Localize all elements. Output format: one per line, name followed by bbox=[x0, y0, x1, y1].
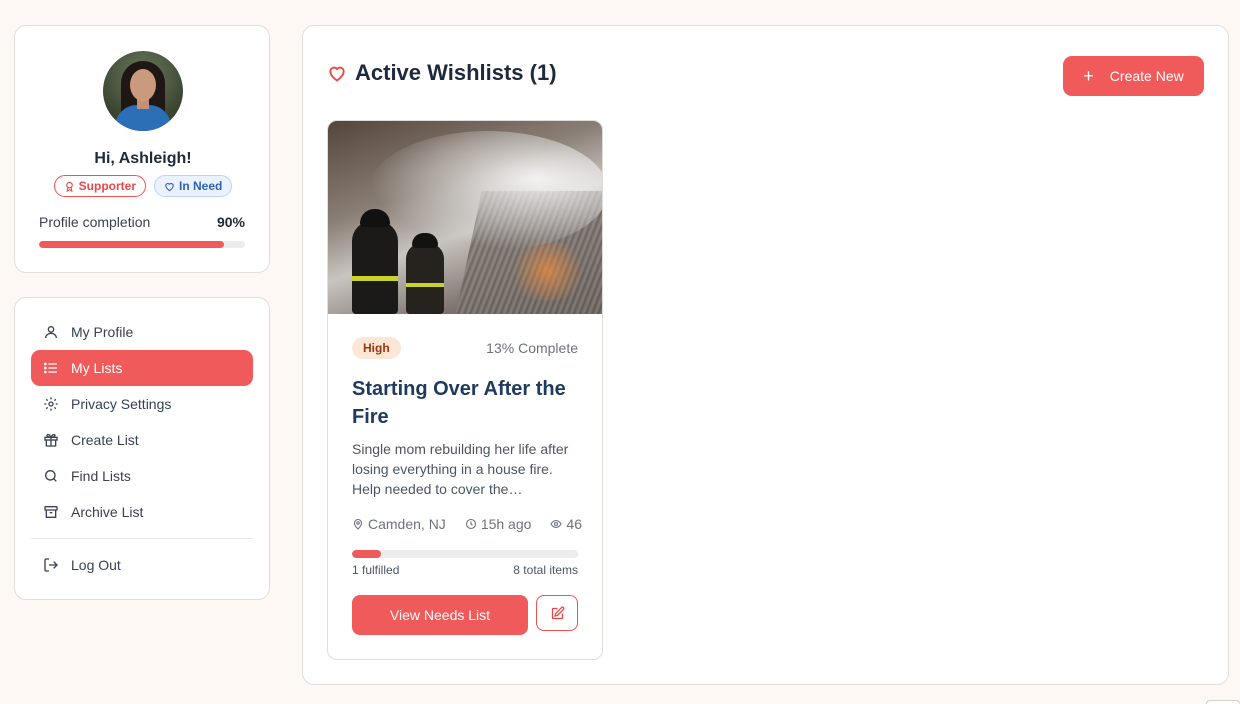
view-count-text: 46 bbox=[566, 516, 582, 532]
search-icon bbox=[45, 470, 57, 482]
clock-icon bbox=[465, 518, 476, 530]
wishlist-photo bbox=[328, 121, 602, 314]
in-need-badge: In Need bbox=[154, 175, 233, 197]
main-panel: Active Wishlists (1) + Create New High 1… bbox=[302, 25, 1229, 685]
heart-icon bbox=[165, 182, 174, 191]
eye-icon bbox=[550, 519, 563, 529]
location: Camden, NJ bbox=[352, 516, 446, 532]
profile-card: Hi, Ashleigh! Supporter In Need Profile … bbox=[14, 25, 270, 273]
sidebar-item-label: Find Lists bbox=[71, 468, 131, 484]
sidebar-item-privacy-settings[interactable]: Privacy Settings bbox=[31, 386, 253, 422]
wishlist-meta: Camden, NJ 15h ago 46 bbox=[352, 516, 582, 532]
sidebar-item-label: My Profile bbox=[71, 324, 134, 340]
wishlist-description: Single mom rebuilding her life after los… bbox=[352, 441, 569, 497]
fulfilled-count: 1 fulfilled bbox=[352, 563, 400, 577]
award-icon bbox=[65, 181, 73, 192]
sidebar-item-label: My Lists bbox=[71, 360, 123, 376]
plus-icon: + bbox=[1083, 66, 1094, 86]
create-new-button[interactable]: + Create New bbox=[1063, 56, 1204, 96]
sidebar-item-label: Log Out bbox=[71, 557, 121, 573]
edit-button[interactable] bbox=[536, 595, 578, 631]
wishlist-card[interactable]: High 13% Complete Starting Over After th… bbox=[327, 120, 603, 660]
gift-icon bbox=[44, 433, 58, 447]
total-items: 8 total items bbox=[513, 563, 578, 577]
sidebar-item-archive-list[interactable]: Archive List bbox=[31, 494, 253, 530]
map-pin-icon bbox=[353, 518, 363, 530]
supporter-badge-label: Supporter bbox=[78, 179, 136, 193]
page-title: Active Wishlists (1) bbox=[327, 60, 557, 86]
sidebar-item-my-lists[interactable]: My Lists bbox=[31, 350, 253, 386]
profile-completion-fill bbox=[39, 241, 225, 248]
greeting: Hi, Ashleigh! bbox=[94, 150, 192, 167]
view-needs-list-button[interactable]: View Needs List bbox=[352, 595, 528, 635]
view-count: 46 bbox=[550, 516, 582, 532]
avatar[interactable] bbox=[103, 51, 183, 131]
location-text: Camden, NJ bbox=[368, 516, 446, 532]
profile-completion-label: Profile completion bbox=[39, 214, 151, 230]
sidebar-item-log-out[interactable]: Log Out bbox=[31, 547, 253, 583]
wishlist-progress-bar bbox=[352, 550, 578, 558]
role-badges: Supporter In Need bbox=[15, 175, 271, 197]
sidebar-item-my-profile[interactable]: My Profile bbox=[31, 314, 253, 350]
sidebar-item-create-list[interactable]: Create List bbox=[31, 422, 253, 458]
wishlist-progress-fill bbox=[352, 550, 382, 558]
list-icon bbox=[44, 362, 57, 374]
gear-icon bbox=[44, 397, 58, 411]
profile-completion-value: 90% bbox=[216, 214, 245, 230]
sidebar-item-label: Archive List bbox=[71, 504, 144, 520]
profile-completion: Profile completion 90% bbox=[39, 214, 245, 230]
nav-divider bbox=[31, 538, 253, 539]
create-new-label: Create New bbox=[1109, 68, 1184, 84]
wishlist-title[interactable]: Starting Over After the Fire bbox=[352, 375, 582, 431]
logout-icon bbox=[44, 558, 58, 572]
sidebar-nav: My Profile My Lists Privacy Settings Cre… bbox=[14, 297, 270, 600]
supporter-badge: Supporter bbox=[53, 175, 146, 197]
page-title-text: Active Wishlists (1) bbox=[355, 60, 557, 85]
user-icon bbox=[45, 326, 57, 339]
sidebar-item-find-lists[interactable]: Find Lists bbox=[31, 458, 253, 494]
scroll-corner bbox=[1206, 700, 1240, 704]
heart-icon bbox=[329, 66, 345, 82]
progress-labels: 1 fulfilled 8 total items bbox=[352, 563, 578, 577]
priority-badge: High bbox=[352, 337, 401, 359]
sidebar-item-label: Privacy Settings bbox=[71, 396, 172, 412]
in-need-badge-label: In Need bbox=[179, 179, 223, 193]
completion-percent: 13% Complete bbox=[486, 340, 578, 356]
profile-completion-bar bbox=[39, 241, 245, 248]
sidebar-item-label: Create List bbox=[71, 432, 139, 448]
archive-icon bbox=[44, 506, 58, 518]
posted-time: 15h ago bbox=[465, 516, 532, 532]
edit-icon bbox=[551, 606, 564, 619]
posted-time-text: 15h ago bbox=[480, 516, 532, 532]
